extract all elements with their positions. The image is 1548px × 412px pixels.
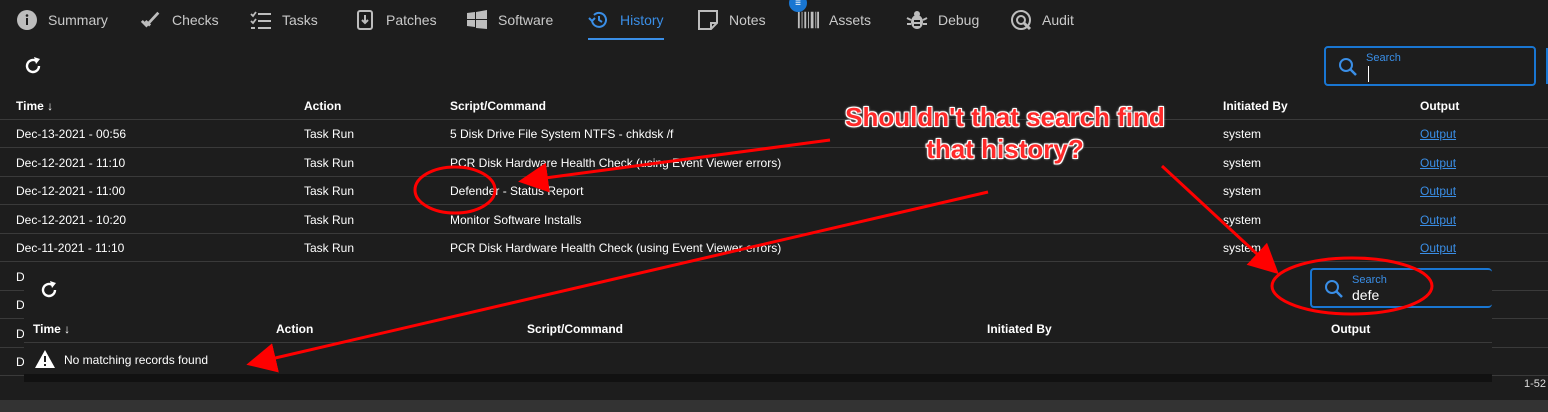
output-link[interactable]: Output: [1420, 184, 1456, 198]
tab-audit[interactable]: Audit: [1010, 0, 1074, 40]
refresh-icon: [41, 281, 57, 298]
column-header-initiated-by[interactable]: Initiated By: [1223, 99, 1288, 113]
info-icon: [16, 9, 38, 31]
cell-script: Monitor Software Installs: [450, 213, 582, 227]
column-header-script[interactable]: Script/Command: [527, 322, 623, 336]
tab-patches[interactable]: Patches: [354, 0, 437, 40]
search-value: defe: [1352, 287, 1380, 303]
refresh-button[interactable]: [23, 56, 43, 76]
cell-script: 5 Disk Drive File System NTFS - chkdsk /…: [450, 127, 674, 141]
cell-initiated-by: system: [1223, 213, 1262, 227]
audit-search-icon: [1010, 9, 1032, 31]
cell-initiated-by: system: [1223, 241, 1262, 255]
cell-time: Dec-13-2021 - 00:56: [16, 127, 127, 141]
tab-label: Audit: [1042, 12, 1074, 28]
tab-label: Notes: [729, 12, 766, 28]
warning-icon: [34, 349, 56, 374]
bug-icon: [906, 9, 928, 31]
divider: [0, 119, 1548, 120]
tab-history[interactable]: History: [588, 0, 664, 40]
cell-initiated-by: system: [1223, 127, 1262, 141]
search-input[interactable]: Search: [1324, 46, 1536, 86]
cell-time: Dec-12-2021 - 11:00: [16, 184, 126, 198]
panel-bottom-bar: [24, 374, 1492, 382]
no-records-message: No matching records found: [64, 353, 209, 367]
windows-icon: [466, 9, 488, 31]
cell-action: Task Run: [304, 184, 355, 198]
tab-label: Patches: [386, 12, 437, 28]
output-link[interactable]: Output: [1420, 127, 1456, 141]
output-link[interactable]: Output: [1420, 241, 1456, 255]
cell-time: Dec-12-2021 - 11:10: [16, 156, 126, 170]
column-header-initiated-by[interactable]: Initiated By: [987, 322, 1052, 336]
search-label: Search: [1352, 274, 1387, 286]
tab-summary[interactable]: Summary: [16, 0, 108, 40]
divider: [0, 261, 1548, 262]
tab-label: Software: [498, 12, 554, 28]
tab-label: Tasks: [282, 12, 318, 28]
tab-assets[interactable]: Assets: [797, 0, 871, 40]
tab-software[interactable]: Software: [466, 0, 553, 40]
column-header-script[interactable]: Script/Command: [450, 99, 546, 113]
annotation-text: Shouldn't that search find that history?: [845, 102, 1165, 164]
tab-bar: Summary Checks Tasks Patches Software Hi…: [0, 0, 1548, 40]
column-header-time[interactable]: Time ↓: [33, 322, 70, 336]
tab-tasks[interactable]: Tasks: [250, 0, 318, 40]
output-link[interactable]: Output: [1420, 156, 1456, 170]
checklist-icon: [250, 9, 272, 31]
refresh-icon: [25, 57, 41, 74]
footer-bar: [0, 400, 1548, 412]
double-check-icon: [140, 9, 162, 31]
search-icon: [1338, 57, 1358, 82]
cell-script: PCR Disk Hardware Health Check (using Ev…: [450, 241, 782, 255]
search-result-panel: Time ↓ Action Script/Command Initiated B…: [24, 268, 1492, 382]
cell-script: Defender - Status Report: [450, 184, 584, 198]
column-header-output[interactable]: Output: [1420, 99, 1459, 113]
tab-debug[interactable]: Debug: [906, 0, 979, 40]
history-icon: [588, 9, 610, 31]
tab-label: Checks: [172, 12, 219, 28]
cell-action: Task Run: [304, 127, 355, 141]
column-header-time[interactable]: Time ↓: [16, 99, 53, 113]
column-header-action[interactable]: Action: [304, 99, 341, 113]
cell-action: Task Run: [304, 241, 355, 255]
output-link[interactable]: Output: [1420, 213, 1456, 227]
note-icon: [697, 9, 719, 31]
cell-action: Task Run: [304, 213, 355, 227]
barcode-icon: [797, 9, 819, 31]
tab-notes[interactable]: Notes: [697, 0, 766, 40]
search-label: Search: [1366, 52, 1401, 64]
text-cursor: [1368, 66, 1369, 82]
cell-time: Dec-12-2021 - 10:20: [16, 213, 127, 227]
search-icon: [1324, 279, 1344, 304]
divider: [0, 233, 1548, 234]
column-header-action[interactable]: Action: [276, 322, 313, 336]
cell-initiated-by: system: [1223, 156, 1262, 170]
tab-label: Assets: [829, 12, 872, 28]
cell-initiated-by: system: [1223, 184, 1262, 198]
search-input-filled[interactable]: Search defe: [1310, 268, 1492, 308]
cell-action: Task Run: [304, 156, 355, 170]
cell-time: Dec-11-2021 - 11:10: [16, 241, 125, 255]
tab-label: Summary: [48, 12, 108, 28]
tab-label: History: [620, 12, 664, 28]
divider: [0, 147, 1548, 148]
tab-checks[interactable]: Checks: [140, 0, 219, 40]
tab-label: Debug: [938, 12, 980, 28]
divider: [0, 176, 1548, 177]
pagination-count: 1-52: [1524, 378, 1547, 390]
refresh-button[interactable]: [39, 280, 59, 300]
cell-script: PCR Disk Hardware Health Check (using Ev…: [450, 156, 782, 170]
download-box-icon: [354, 9, 376, 31]
divider: [0, 204, 1548, 205]
divider: [24, 342, 1492, 343]
column-header-output[interactable]: Output: [1331, 322, 1370, 336]
